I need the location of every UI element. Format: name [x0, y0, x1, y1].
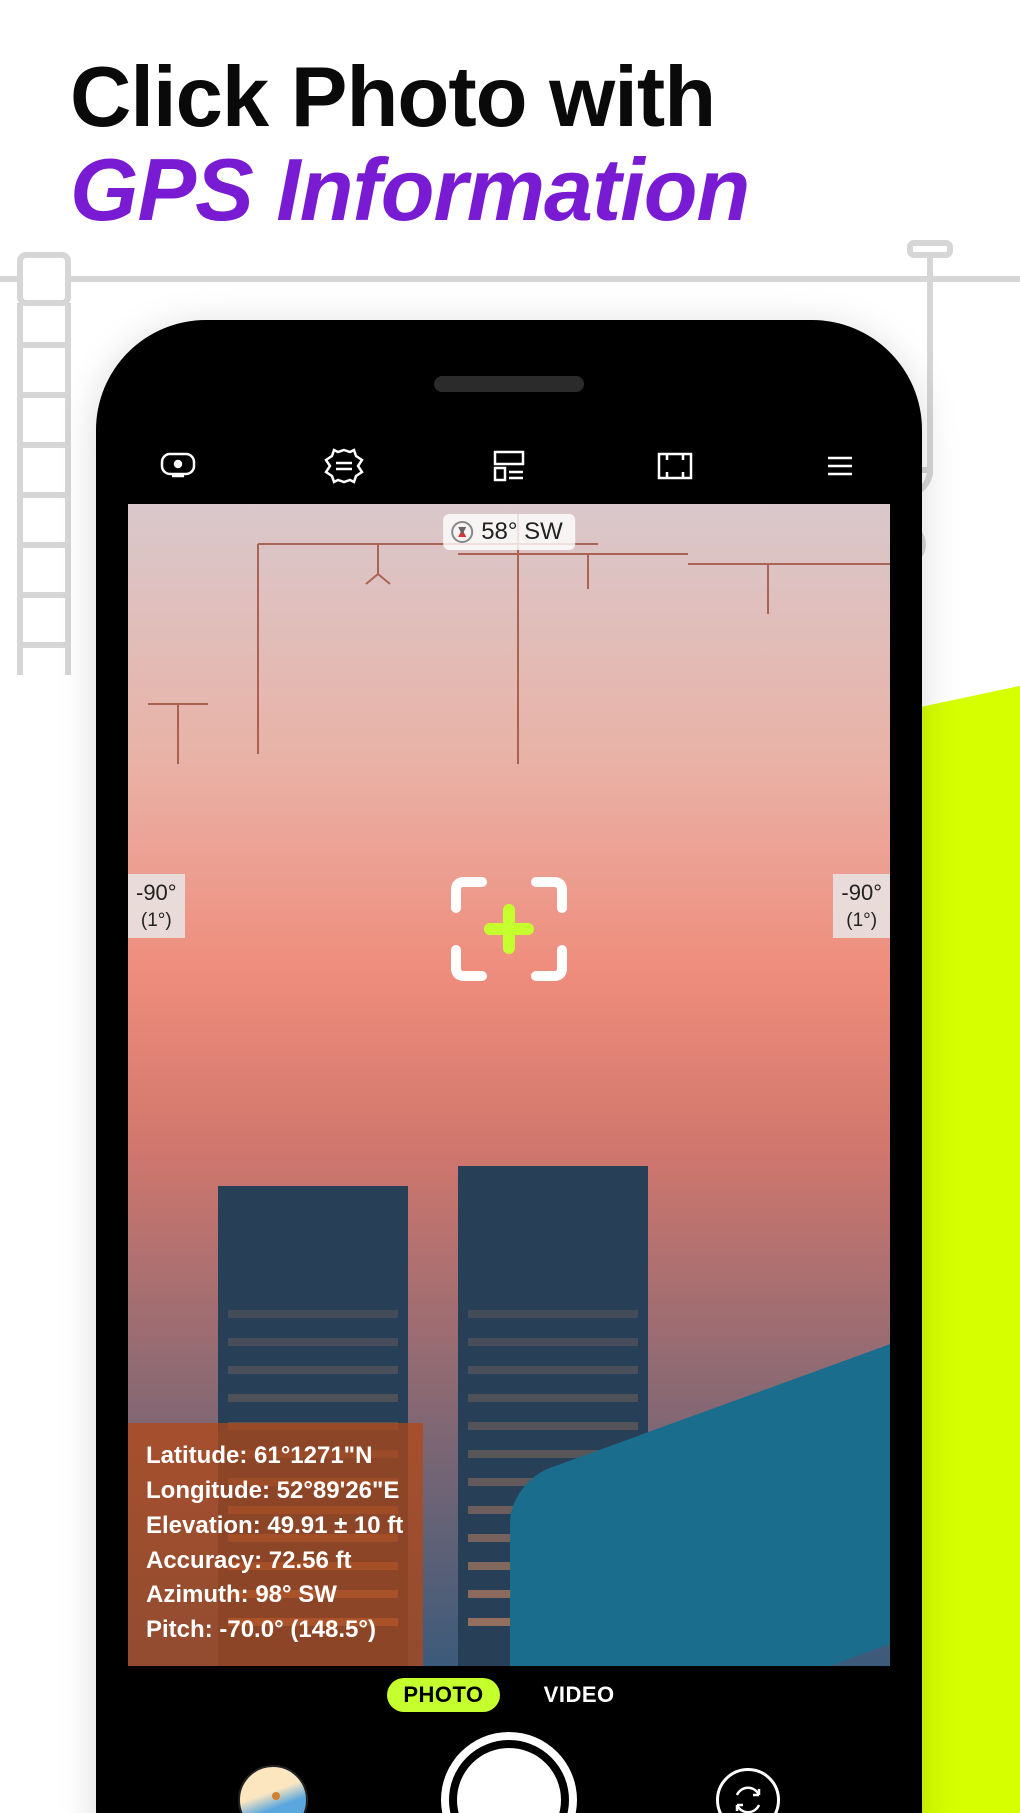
switch-camera-icon [729, 1781, 767, 1813]
app-screen: 58° SW -90° (1°) -90° (1°) [128, 432, 890, 1813]
phone-frame: 58° SW -90° (1°) -90° (1°) [96, 320, 922, 1813]
menu-button[interactable] [818, 444, 862, 493]
menu-icon [818, 444, 862, 488]
frame-icon [653, 444, 697, 488]
focus-reticle[interactable] [444, 874, 574, 984]
headline-line1: Click Photo with [70, 55, 990, 140]
shutter-row [128, 1720, 890, 1813]
gallery-button[interactable] [238, 1765, 308, 1813]
shutter-button[interactable] [449, 1740, 569, 1813]
exposure-button[interactable] [156, 444, 200, 493]
exposure-icon [156, 444, 200, 488]
headline-line2: GPS Information [70, 146, 990, 234]
pitch-indicator-right: -90° (1°) [833, 874, 890, 938]
layout-button[interactable] [487, 444, 531, 493]
compass-value: 58° SW [481, 518, 563, 546]
camera-toolbar [128, 432, 890, 504]
phone-speaker [434, 376, 584, 392]
mode-video[interactable]: VIDEO [528, 1678, 631, 1712]
compass-badge[interactable]: 58° SW [443, 514, 575, 550]
camera-viewfinder[interactable]: 58° SW -90° (1°) -90° (1°) [128, 504, 890, 1666]
stamp-icon [322, 444, 366, 488]
pitch-indicator-left: -90° (1°) [128, 874, 185, 938]
frame-button[interactable] [653, 444, 697, 493]
switch-camera-button[interactable] [716, 1768, 780, 1813]
gps-info-overlay: Latitude61°1271"N Longitude52°89'26"E El… [128, 1423, 423, 1666]
mode-photo[interactable]: PHOTO [387, 1678, 499, 1712]
marketing-headline: Click Photo with GPS Information [70, 55, 990, 234]
capture-mode-row: PHOTO VIDEO [128, 1666, 890, 1720]
compass-icon [451, 521, 473, 543]
stamp-button[interactable] [322, 444, 366, 493]
layout-icon [487, 444, 531, 488]
